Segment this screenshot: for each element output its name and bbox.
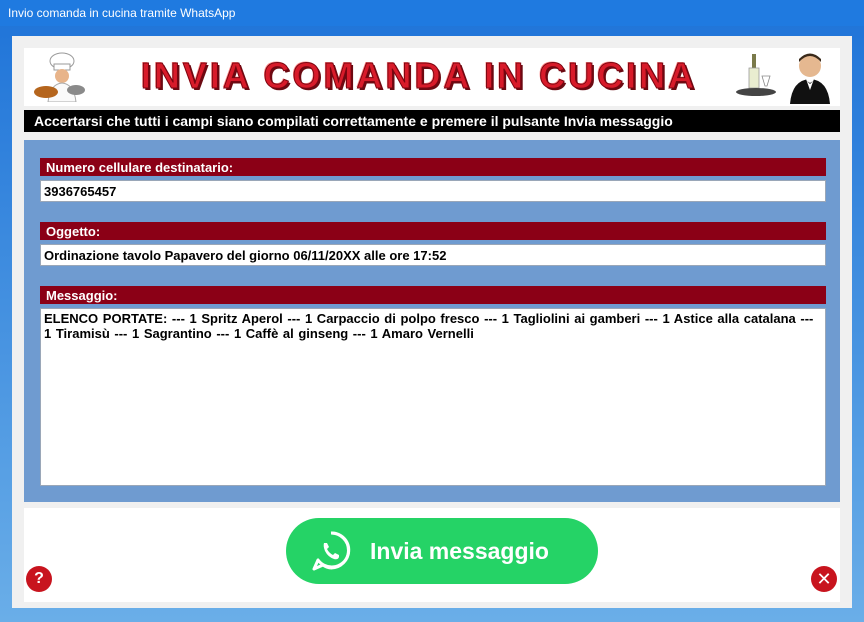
window-titlebar: Invio comanda in cucina tramite WhatsApp — [0, 0, 864, 26]
subject-input[interactable]: Ordinazione tavolo Papavero del giorno 0… — [40, 244, 826, 266]
phone-input[interactable]: 3936765457 — [40, 180, 826, 202]
window-title: Invio comanda in cucina tramite WhatsApp — [8, 6, 236, 20]
help-icon[interactable]: ? — [26, 566, 52, 592]
close-icon[interactable]: ✕ — [811, 566, 837, 592]
client-area: INVIA COMANDA IN CUCINA Accertarsi che t… — [12, 36, 852, 608]
send-message-button[interactable]: Invia messaggio — [286, 518, 598, 584]
waiter-icon — [736, 53, 830, 104]
instruction-bar: Accertarsi che tutti i campi siano compi… — [24, 110, 840, 132]
whatsapp-icon — [312, 531, 351, 571]
chef-icon — [34, 52, 85, 102]
phone-label: Numero cellulare destinatario: — [40, 158, 826, 176]
send-button-label: Invia messaggio — [370, 537, 549, 564]
app-window: Invio comanda in cucina tramite WhatsApp… — [0, 0, 864, 622]
action-area: Invia messaggio — [24, 508, 840, 602]
message-label: Messaggio: — [40, 286, 826, 304]
message-textarea[interactable]: ELENCO PORTATE: --- 1 Spritz Aperol --- … — [40, 308, 826, 486]
subject-label: Oggetto: — [40, 222, 826, 240]
header-banner: INVIA COMANDA IN CUCINA — [24, 48, 840, 106]
form-panel: Numero cellulare destinatario: 393676545… — [24, 140, 840, 502]
banner-title: INVIA COMANDA IN CUCINA — [140, 55, 698, 97]
